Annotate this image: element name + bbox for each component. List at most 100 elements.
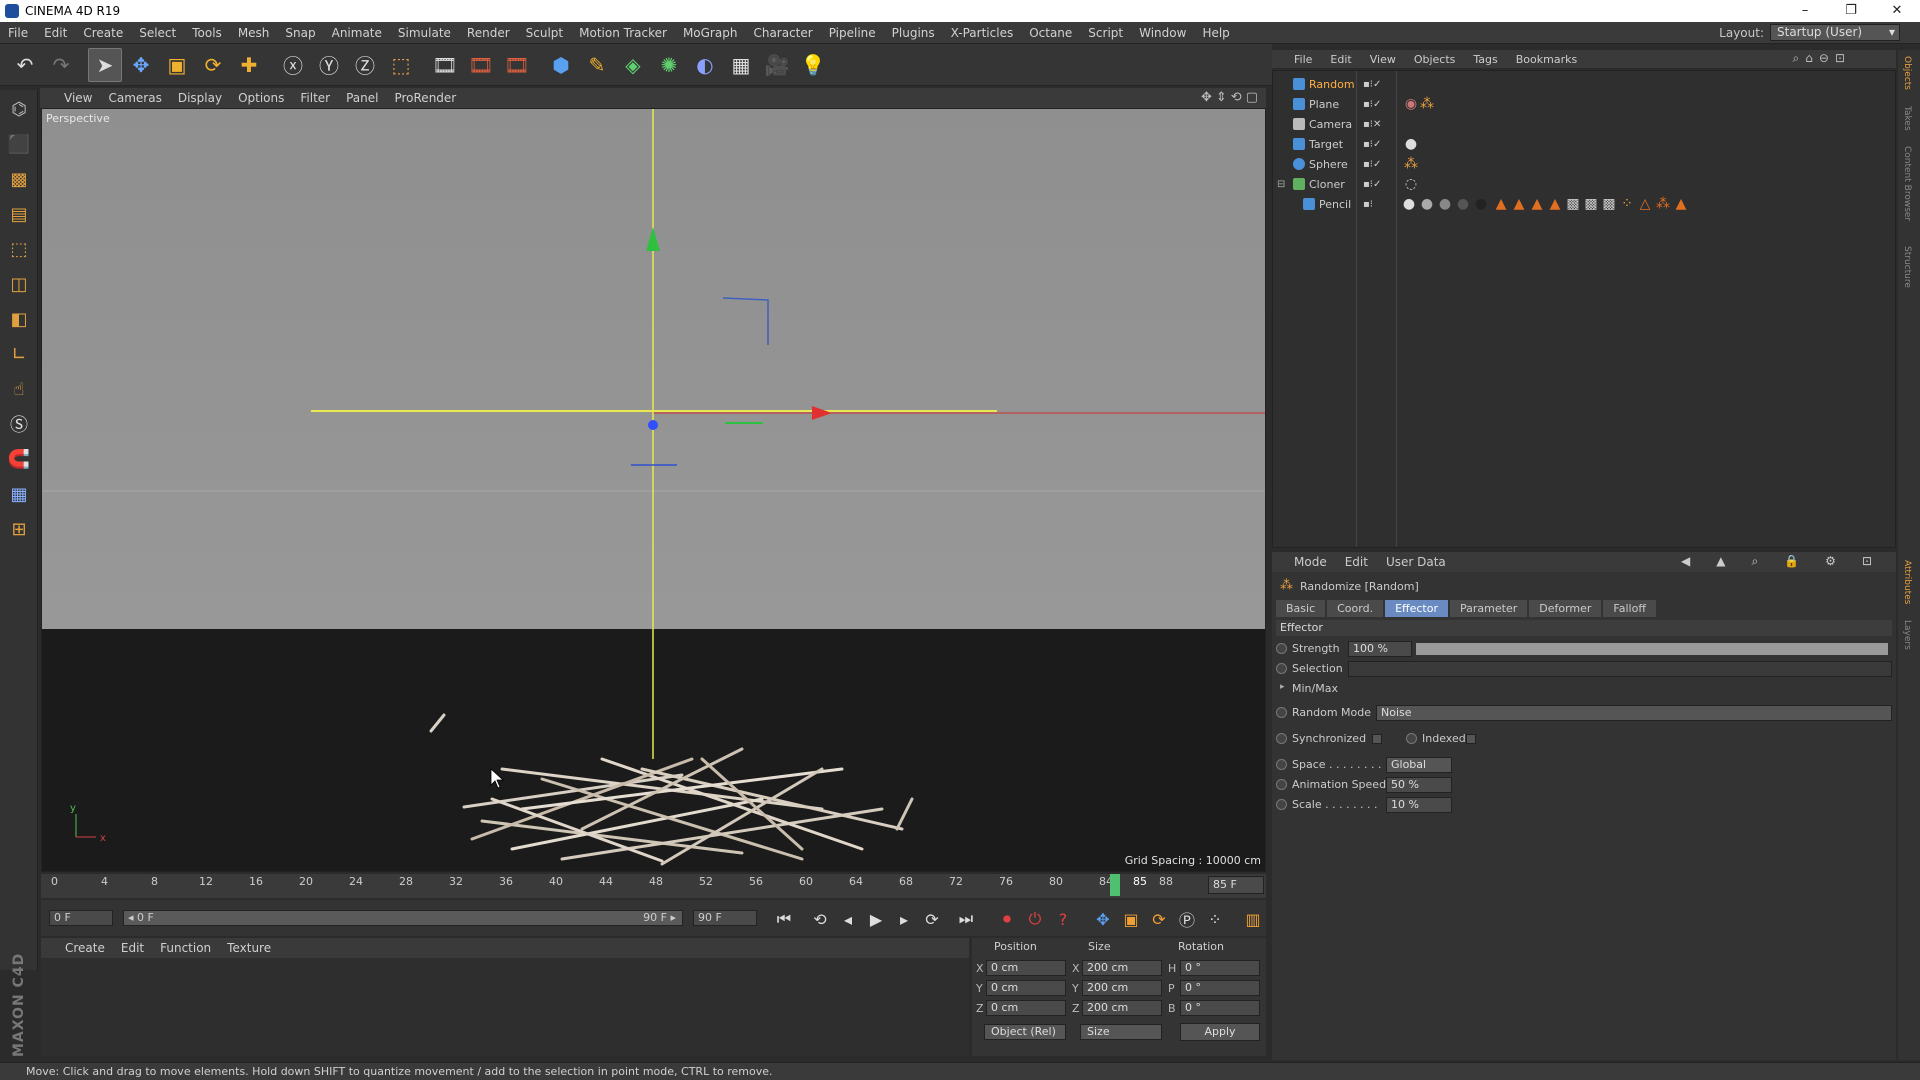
subdivision-surface-icon[interactable]: ◈ — [616, 48, 650, 82]
solo-mode-icon[interactable]: Ⓢ — [3, 408, 35, 440]
edges-mode-icon[interactable]: ◫ — [3, 268, 35, 300]
animation-key-toggle[interactable] — [1276, 707, 1287, 718]
side-tab-attributes[interactable]: Attributes — [1902, 560, 1912, 604]
current-frame-field[interactable]: 85 F — [1208, 876, 1264, 894]
coord-apply-button[interactable]: Apply — [1180, 1023, 1260, 1041]
om-visibility-toggle[interactable]: ▪⁝ — [1363, 199, 1373, 210]
menu-snap[interactable]: Snap — [277, 26, 323, 40]
go-to-next-key-icon[interactable]: ⟳ — [920, 907, 944, 931]
am-tab-coord[interactable]: Coord. — [1327, 600, 1384, 617]
animation-key-toggle[interactable] — [1276, 643, 1287, 654]
timeline-playhead[interactable] — [1109, 874, 1120, 896]
viewport-rotate-icon[interactable]: ⟲ — [1231, 90, 1242, 105]
material-tag-icon[interactable]: ⁂ — [1419, 96, 1435, 112]
make-editable-icon[interactable]: ⌬ — [3, 93, 35, 125]
animation-key-toggle[interactable] — [1406, 733, 1417, 744]
menu-help[interactable]: Help — [1194, 26, 1237, 40]
end-frame-field[interactable]: 90 F — [693, 910, 757, 926]
x-axis-lock-icon[interactable]: ⓧ — [276, 48, 310, 82]
material-menu-create[interactable]: Create — [65, 941, 105, 955]
go-to-end-icon[interactable]: ⏭ — [954, 907, 978, 931]
layout-dropdown[interactable]: Startup (User) — [1770, 24, 1900, 41]
expand-triangle-icon[interactable]: ▸ — [1280, 682, 1285, 692]
am-settings-icon[interactable]: ⚙ — [1825, 554, 1836, 569]
material-menu-function[interactable]: Function — [160, 941, 211, 955]
coord-pos-y-field[interactable]: 0 cm — [986, 980, 1066, 996]
record-active-objects-icon[interactable]: ⏺ — [995, 907, 1019, 931]
strength-field[interactable]: 100 % — [1348, 641, 1412, 657]
am-tab-basic[interactable]: Basic — [1276, 600, 1326, 617]
locked-workplane-icon[interactable]: ⊞ — [3, 513, 35, 545]
om-object-row[interactable]: Target ▪⁝✓ ● — [1273, 134, 1897, 154]
tweak-mode-icon[interactable]: ☝ — [3, 373, 35, 405]
menu-simulate[interactable]: Simulate — [390, 26, 459, 40]
coord-mode-dropdown[interactable]: Object (Rel) — [984, 1024, 1066, 1040]
am-menu-user-data[interactable]: User Data — [1386, 555, 1446, 569]
selection-tag-icon[interactable]: ▲ — [1511, 196, 1527, 212]
checker-tag-icon[interactable]: ▩ — [1565, 196, 1581, 212]
phong-tag-icon[interactable]: ◌ — [1403, 176, 1419, 192]
camera-icon[interactable]: 🎥 — [760, 48, 794, 82]
points-mode-icon[interactable]: ⬚ — [3, 233, 35, 265]
redo-icon[interactable]: ↷ — [44, 48, 78, 82]
timeline-window-icon[interactable]: ▥ — [1241, 907, 1265, 931]
am-lock-icon[interactable]: 🔒 — [1784, 554, 1799, 569]
am-tab-parameter[interactable]: Parameter — [1450, 600, 1528, 617]
om-visibility-toggle[interactable]: ▪⁝✕ — [1363, 119, 1381, 130]
om-visibility-toggle[interactable]: ▪⁝✓ — [1363, 139, 1381, 150]
indexed-checkbox[interactable] — [1466, 734, 1476, 744]
om-object-row[interactable]: Plane ▪⁝✓ ◉ ⁂ — [1273, 94, 1897, 114]
om-menu-edit[interactable]: Edit — [1330, 53, 1351, 66]
coord-size-x-field[interactable]: 200 cm — [1082, 960, 1162, 976]
menu-octane[interactable]: Octane — [1021, 26, 1080, 40]
am-menu-mode[interactable]: Mode — [1294, 555, 1327, 569]
menu-edit[interactable]: Edit — [36, 26, 75, 40]
undo-icon[interactable]: ↶ — [8, 48, 42, 82]
render-view-icon[interactable]: 🎞 — [428, 48, 462, 82]
cube-primitive-icon[interactable]: ⬢ — [544, 48, 578, 82]
edge-selection-tag-icon[interactable]: △ — [1637, 196, 1653, 212]
animation-key-toggle[interactable] — [1276, 733, 1287, 744]
om-filter-icon[interactable]: ⊖ — [1819, 51, 1829, 66]
recent-tool-icon[interactable]: ✚ — [232, 48, 266, 82]
go-to-previous-key-icon[interactable]: ⟲ — [808, 907, 832, 931]
minimize-button[interactable]: – — [1782, 0, 1828, 22]
om-visibility-toggle[interactable]: ▪⁝✓ — [1363, 99, 1381, 110]
side-tab-content-browser[interactable]: Content Browser — [1902, 146, 1912, 221]
collapse-toggle-icon[interactable]: ⊟ — [1277, 179, 1285, 190]
point-selection-tag-icon[interactable]: ⁂ — [1655, 196, 1671, 212]
close-button[interactable]: ✕ — [1874, 0, 1920, 22]
material-sphere-tag-icon[interactable]: ● — [1437, 196, 1453, 212]
am-back-arrow-icon[interactable]: ◀ — [1681, 554, 1690, 569]
material-sphere-tag-icon[interactable]: ● — [1473, 196, 1489, 212]
checker-tag-icon[interactable]: ▩ — [1601, 196, 1617, 212]
om-object-row[interactable]: ⊟ Cloner ▪⁝✓ ◌ — [1273, 174, 1897, 194]
maximize-button[interactable]: ❐ — [1828, 0, 1874, 22]
menu-sculpt[interactable]: Sculpt — [518, 26, 571, 40]
menu-mesh[interactable]: Mesh — [230, 26, 278, 40]
floor-icon[interactable]: ▦ — [724, 48, 758, 82]
live-selection-icon[interactable]: ➤ — [88, 47, 122, 82]
coord-size-mode-dropdown[interactable]: Size — [1080, 1024, 1162, 1040]
material-sphere-tag-icon[interactable]: ● — [1455, 196, 1471, 212]
om-menu-bookmarks[interactable]: Bookmarks — [1516, 53, 1577, 66]
record-point-level-icon[interactable]: ⁘ — [1203, 907, 1227, 931]
menu-window[interactable]: Window — [1131, 26, 1194, 40]
selection-tag-icon[interactable]: ▲ — [1493, 196, 1509, 212]
move-tool-icon[interactable]: ✥ — [124, 48, 158, 82]
animation-speed-field[interactable]: 50 % — [1386, 777, 1452, 793]
record-rotation-icon[interactable]: ⟳ — [1147, 907, 1171, 931]
workplane-mode-icon[interactable]: ▤ — [3, 198, 35, 230]
om-menu-view[interactable]: View — [1370, 53, 1396, 66]
viewport-zoom-icon[interactable]: ⇕ — [1216, 90, 1227, 105]
coord-size-z-field[interactable]: 200 cm — [1082, 1000, 1162, 1016]
side-tab-takes[interactable]: Takes — [1902, 106, 1912, 131]
record-parameter-icon[interactable]: Ⓟ — [1175, 907, 1199, 931]
light-icon[interactable]: 💡 — [796, 48, 830, 82]
deformer-icon[interactable]: ◐ — [688, 48, 722, 82]
om-visibility-toggle[interactable]: ▪⁝✓ — [1363, 159, 1381, 170]
menu-script[interactable]: Script — [1080, 26, 1131, 40]
coord-rot-b-field[interactable]: 0 ° — [1180, 1000, 1260, 1016]
am-new-window-icon[interactable]: ⊡ — [1862, 554, 1872, 569]
workplane-icon[interactable]: ▦ — [3, 478, 35, 510]
